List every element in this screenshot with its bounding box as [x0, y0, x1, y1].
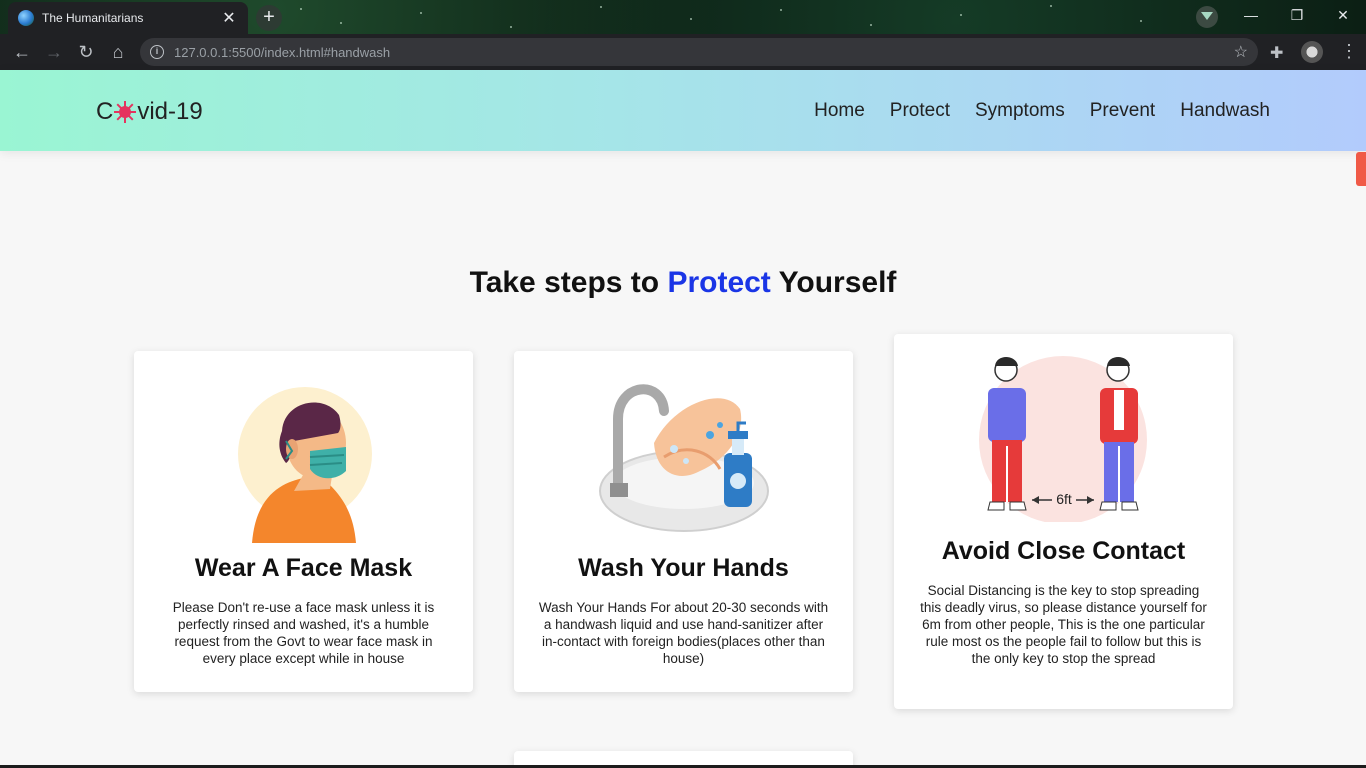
site-info-icon[interactable]: i — [150, 45, 164, 59]
reload-icon[interactable]: ↻ — [70, 36, 102, 68]
nav-link-symptoms[interactable]: Symptoms — [975, 100, 1065, 122]
card-title: Wash Your Hands — [578, 554, 789, 582]
background-star — [1050, 5, 1052, 7]
site-logo[interactable]: C vid-19 — [96, 98, 203, 126]
background-star — [340, 22, 342, 24]
address-bar[interactable]: i 127.0.0.1:5500/index.html#handwash ☆ — [140, 38, 1258, 66]
heading-accent: Protect — [667, 266, 771, 299]
background-star — [1140, 20, 1142, 22]
logo-text-prefix: C — [96, 98, 114, 125]
tab-search-icon[interactable] — [1196, 6, 1218, 28]
browser-tab-strip: The Humanitarians ✕ + — ❐ ✕ — [0, 0, 1366, 34]
background-star — [690, 18, 692, 20]
background-star — [960, 14, 962, 16]
background-star — [870, 24, 872, 26]
minimize-button[interactable]: — — [1228, 4, 1274, 28]
window-close-button[interactable]: ✕ — [1320, 4, 1366, 28]
background-star — [510, 26, 512, 28]
new-tab-button[interactable]: + — [256, 5, 282, 31]
forward-arrow-icon[interactable]: → — [38, 36, 70, 68]
browser-menu-icon[interactable]: ⋮ — [1340, 41, 1358, 63]
main-nav: Home Protect Symptoms Prevent Handwash — [814, 100, 1270, 122]
distance-label: 6ft — [1056, 491, 1072, 507]
profile-avatar[interactable] — [1301, 41, 1323, 63]
handwash-illustration-icon — [599, 384, 769, 532]
extensions-puzzle-icon[interactable]: ✚ — [1270, 43, 1288, 62]
background-star — [780, 9, 782, 11]
restore-button[interactable]: ❐ — [1274, 4, 1320, 28]
card-title: Wear A Face Mask — [194, 554, 413, 582]
bookmark-star-icon[interactable]: ☆ — [1234, 42, 1248, 62]
logo-text-suffix: vid-19 — [137, 98, 203, 125]
tab-title: The Humanitarians — [42, 11, 144, 25]
nav-link-protect[interactable]: Protect — [890, 100, 950, 122]
close-tab-icon[interactable]: ✕ — [220, 8, 238, 28]
card-avoid-contact: 6ft Avoid Close Contact Social Distancin… — [894, 334, 1233, 709]
browser-tab-active[interactable]: The Humanitarians ✕ — [8, 2, 248, 34]
url-text[interactable]: 127.0.0.1:5500/index.html#handwash — [174, 45, 1234, 60]
background-star — [600, 6, 602, 8]
card-wash-hands: Wash Your Hands Wash Your Hands For abou… — [514, 351, 853, 692]
nav-link-handwash[interactable]: Handwash — [1180, 100, 1270, 122]
heading-text-after: Yourself — [770, 266, 897, 299]
card-text: Please Don't re-use a face mask unless i… — [172, 600, 435, 666]
home-icon[interactable]: ⌂ — [102, 36, 134, 68]
planet-favicon-icon — [18, 10, 34, 26]
background-star — [300, 8, 302, 10]
face-mask-illustration-icon — [238, 387, 372, 543]
nav-link-home[interactable]: Home — [814, 100, 865, 122]
back-arrow-icon[interactable]: ← — [6, 36, 38, 68]
card-text: Wash Your Hands For about 20-30 seconds … — [538, 600, 829, 666]
social-distance-illustration-icon: 6ft — [979, 356, 1147, 522]
browser-toolbar: ← → ↻ ⌂ i 127.0.0.1:5500/index.html#hand… — [0, 34, 1366, 70]
site-navbar: C vid-19 Home Protect Symptoms Prevent H… — [0, 70, 1366, 151]
heading-text-before: Take steps to — [469, 266, 668, 299]
card-face-mask: Wear A Face Mask Please Don't re-use a f… — [134, 351, 473, 692]
scroll-to-top-tab[interactable] — [1356, 152, 1366, 186]
card-title: Avoid Close Contact — [941, 537, 1186, 565]
card-text: Social Distancing is the key to stop spr… — [920, 583, 1207, 666]
section-heading: Take steps to Protect Yourself — [0, 266, 1366, 300]
background-star — [420, 12, 422, 14]
virus-icon — [114, 101, 137, 123]
nav-link-prevent[interactable]: Prevent — [1090, 100, 1155, 122]
